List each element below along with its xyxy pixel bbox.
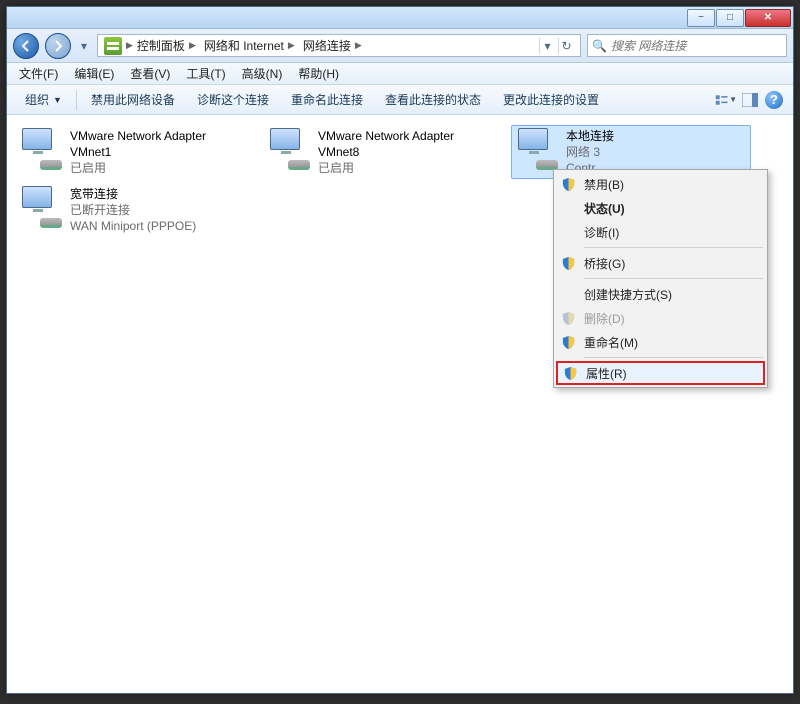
chevron-right-icon: ▶ [126, 40, 133, 51]
menu-file[interactable]: 文件(F) [11, 63, 66, 84]
ctx-create-shortcut[interactable]: 创建快捷方式(S) [556, 282, 765, 306]
view-options-button[interactable]: ▼ [715, 89, 737, 111]
ctx-bridge[interactable]: 桥接(G) [556, 251, 765, 275]
close-button[interactable]: ✕ [745, 9, 791, 27]
nav-bar: ▾ ▶ 控制面板▶ 网络和 Internet▶ 网络连接▶ ▾ ↻ 🔍 [7, 29, 793, 63]
toolbar-rename[interactable]: 重命名此连接 [281, 88, 373, 111]
separator [584, 357, 763, 358]
connection-item[interactable]: 宽带连接 已断开连接 WAN Miniport (PPPOE) [15, 183, 255, 237]
connection-status: 已启用 [70, 160, 250, 176]
arrow-left-icon [20, 40, 32, 52]
dropdown-icon[interactable]: ▾ [539, 38, 555, 54]
ctx-diagnose[interactable]: 诊断(I) [556, 220, 765, 244]
house-icon [664, 660, 698, 688]
connection-item[interactable]: VMware Network Adapter VMnet8 已启用 [263, 125, 503, 179]
menu-advanced[interactable]: 高级(N) [234, 63, 291, 84]
help-button[interactable]: ? [763, 89, 785, 111]
network-icon [104, 37, 122, 55]
view-icon [715, 93, 729, 107]
toolbar-settings[interactable]: 更改此连接的设置 [493, 88, 609, 111]
ctx-properties[interactable]: 属性(R) [556, 361, 765, 385]
watermark: 系统之家 [664, 660, 784, 688]
connection-status: 网络 3 [566, 144, 614, 160]
titlebar: − □ ✕ [7, 7, 793, 29]
help-icon: ? [765, 91, 783, 109]
menu-view[interactable]: 查看(V) [122, 63, 178, 84]
breadcrumb[interactable]: ▶ 控制面板▶ 网络和 Internet▶ 网络连接▶ ▾ ↻ [97, 34, 581, 57]
separator [584, 247, 763, 248]
minimize-button[interactable]: − [687, 9, 715, 27]
menu-edit[interactable]: 编辑(E) [66, 63, 122, 84]
shield-icon [560, 255, 576, 271]
connection-item[interactable]: VMware Network Adapter VMnet1 已启用 [15, 125, 255, 179]
toolbar: 组织 ▼ 禁用此网络设备 诊断这个连接 重命名此连接 查看此连接的状态 更改此连… [7, 85, 793, 115]
toolbar-status[interactable]: 查看此连接的状态 [375, 88, 491, 111]
shield-icon [560, 334, 576, 350]
search-input[interactable] [611, 39, 782, 53]
search-icon: 🔍 [592, 39, 607, 53]
separator [584, 278, 763, 279]
breadcrumb-segment[interactable]: 控制面板▶ [133, 35, 200, 56]
maximize-button[interactable]: □ [716, 9, 744, 27]
refresh-button[interactable]: ↻ [558, 38, 574, 54]
ctx-delete: 删除(D) [556, 306, 765, 330]
ctx-disable[interactable]: 禁用(B) [556, 172, 765, 196]
connection-name: VMware Network Adapter VMnet8 [318, 128, 498, 160]
network-adapter-icon [268, 128, 310, 170]
context-menu: 禁用(B) 状态(U) 诊断(I) 桥接(G) 创建快捷方式(S) 删除(D) … [553, 169, 768, 388]
shield-icon [560, 176, 576, 192]
ctx-rename[interactable]: 重命名(M) [556, 330, 765, 354]
menu-help[interactable]: 帮助(H) [290, 63, 347, 84]
connection-name: VMware Network Adapter VMnet1 [70, 128, 250, 160]
network-adapter-icon [516, 128, 558, 170]
breadcrumb-segment[interactable]: 网络连接▶ [299, 35, 366, 56]
preview-pane-button[interactable] [739, 89, 761, 111]
menu-tools[interactable]: 工具(T) [178, 63, 233, 84]
shield-icon [560, 310, 576, 326]
back-button[interactable] [13, 33, 39, 59]
toolbar-diagnose[interactable]: 诊断这个连接 [187, 88, 279, 111]
connection-name: 宽带连接 [70, 186, 196, 202]
toolbar-disable[interactable]: 禁用此网络设备 [81, 88, 185, 111]
menu-bar: 文件(F) 编辑(E) 查看(V) 工具(T) 高级(N) 帮助(H) [7, 63, 793, 85]
connection-detail: WAN Miniport (PPPOE) [70, 218, 196, 234]
connection-status: 已断开连接 [70, 202, 196, 218]
breadcrumb-segment[interactable]: 网络和 Internet▶ [200, 35, 299, 56]
ctx-status[interactable]: 状态(U) [556, 196, 765, 220]
network-adapter-icon [20, 128, 62, 170]
shield-icon [562, 365, 578, 381]
connection-status: 已启用 [318, 160, 498, 176]
search-box[interactable]: 🔍 [587, 34, 787, 57]
chevron-down-icon: ▼ [53, 95, 62, 105]
connection-name: 本地连接 [566, 128, 614, 144]
network-adapter-icon [20, 186, 62, 228]
organize-button[interactable]: 组织 ▼ [15, 88, 72, 111]
arrow-right-icon [52, 40, 64, 52]
history-dropdown[interactable]: ▾ [77, 33, 91, 59]
panel-icon [742, 93, 758, 107]
forward-button[interactable] [45, 33, 71, 59]
